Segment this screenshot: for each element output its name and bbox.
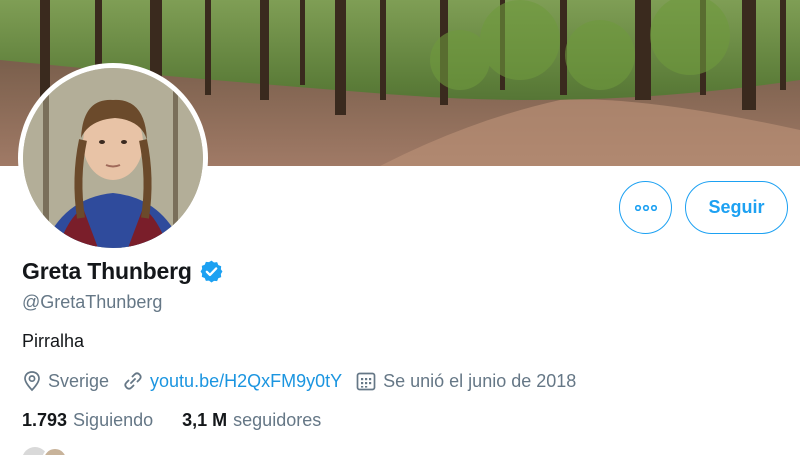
link-icon xyxy=(124,372,142,390)
following-label: Siguiendo xyxy=(73,410,154,430)
following-count: 1.793 xyxy=(22,410,68,430)
location-pin-icon xyxy=(24,371,40,392)
calendar-icon xyxy=(356,372,376,391)
profile-meta-row: Sverige youtu.be/H2QxFM9y0tY Se unió el … xyxy=(22,370,589,392)
location-item: Sverige xyxy=(22,370,109,392)
website-item: youtu.be/H2QxFM9y0tY xyxy=(122,370,342,392)
followers-stat[interactable]: 3,1 M seguidores xyxy=(182,410,321,431)
more-horizontal-icon xyxy=(634,204,657,211)
profile-avatar[interactable] xyxy=(18,63,208,253)
following-stat[interactable]: 1.793 Siguiendo xyxy=(22,410,153,431)
followers-label: seguidores xyxy=(233,410,322,430)
followers-count: 3,1 M xyxy=(182,410,228,430)
profile-bio: Pirralha xyxy=(22,331,85,351)
follow-button[interactable]: Seguir xyxy=(685,181,788,234)
profile-name: Greta Thunberg xyxy=(22,258,192,284)
profile-name-row: Greta Thunberg xyxy=(22,258,224,285)
profile-stats: 1.793 Siguiendo 3,1 M seguidores xyxy=(22,410,350,431)
more-options-button[interactable] xyxy=(619,181,672,234)
follower-avatar[interactable] xyxy=(42,447,68,455)
profile-handle: @GretaThunberg xyxy=(22,292,163,312)
website-link[interactable]: youtu.be/H2QxFM9y0tY xyxy=(150,371,342,392)
verified-badge-icon xyxy=(200,260,223,283)
location-text: Sverige xyxy=(48,370,110,391)
joined-text: Se unió el junio de 2018 xyxy=(383,370,577,391)
avatar-photo xyxy=(23,68,203,248)
joined-item: Se unió el junio de 2018 xyxy=(355,370,576,392)
